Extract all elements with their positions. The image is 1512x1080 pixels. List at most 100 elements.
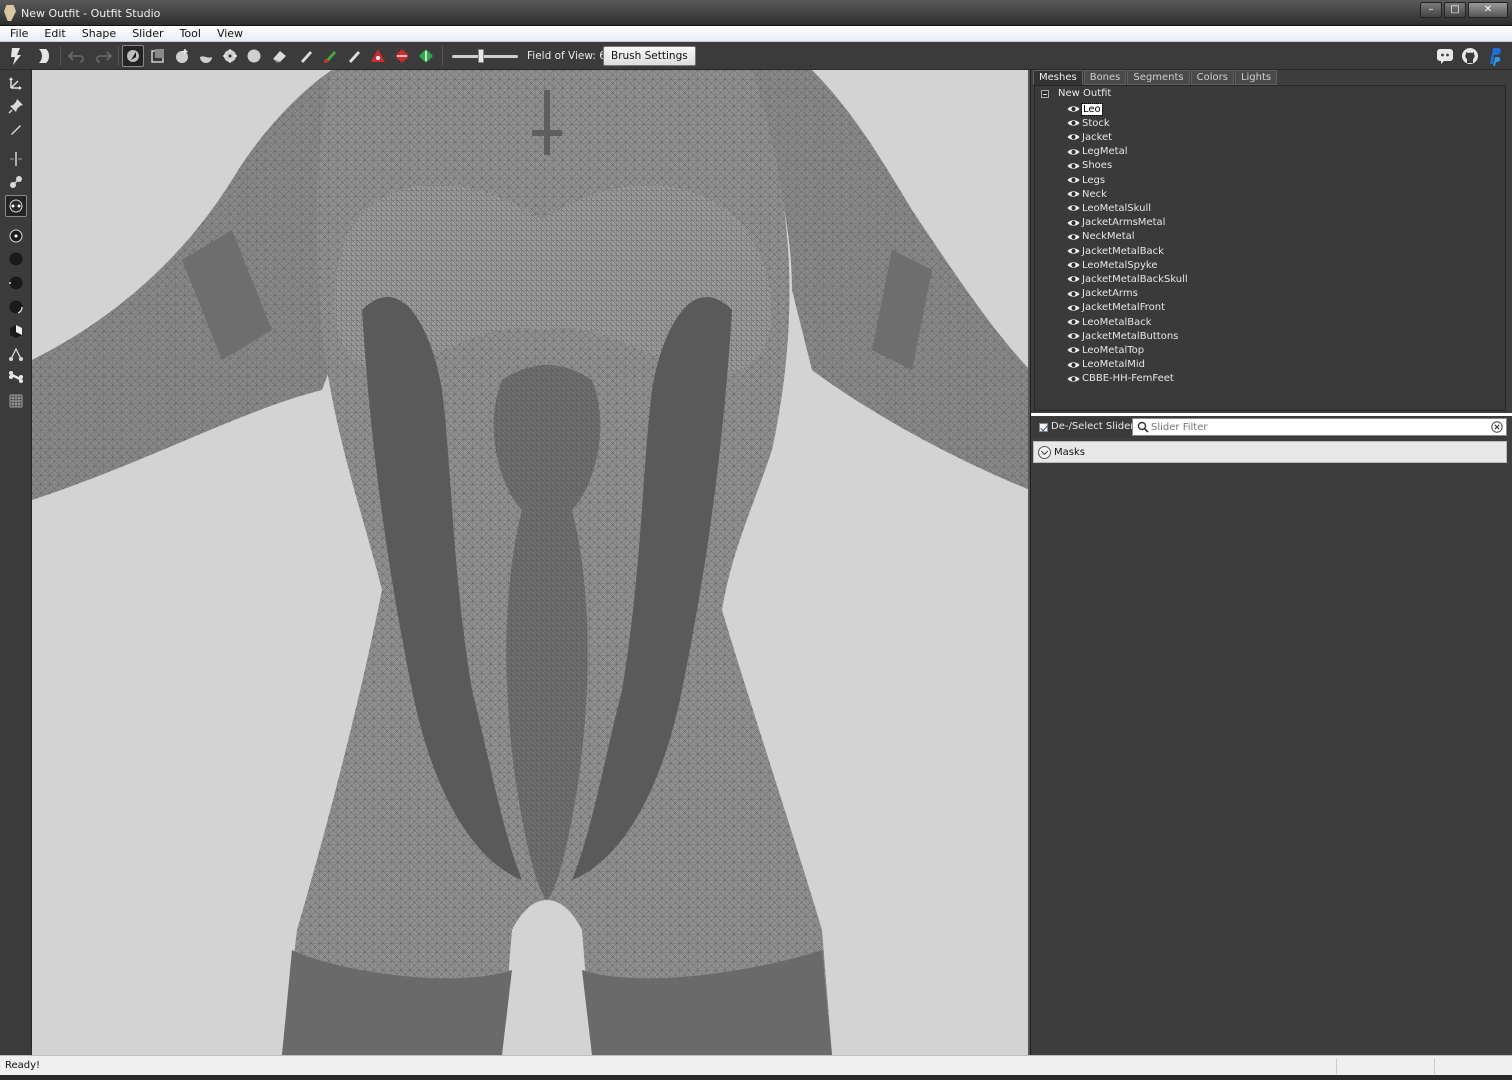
eye-visibility-icon[interactable] — [1067, 148, 1080, 156]
split-edge-icon[interactable] — [415, 45, 437, 67]
mesh-item[interactable]: CBBE-HH-FemFeet — [1067, 372, 1174, 386]
eye-visibility-icon[interactable] — [1067, 119, 1080, 127]
mesh-item[interactable]: JacketMetalFront — [1067, 301, 1165, 315]
eye-visibility-icon[interactable] — [1067, 247, 1080, 255]
wireframe-vertex-icon[interactable] — [5, 343, 27, 365]
eye-visibility-icon[interactable] — [1067, 105, 1080, 113]
mesh-item[interactable]: Jacket — [1067, 130, 1112, 144]
chevron-down-icon[interactable] — [1038, 446, 1051, 459]
eye-visibility-icon[interactable] — [1067, 332, 1080, 340]
mesh-item[interactable]: JacketArms — [1067, 287, 1138, 301]
pen-icon[interactable] — [5, 118, 27, 140]
menu-slider[interactable]: Slider — [122, 26, 169, 41]
eye-visibility-icon[interactable] — [1067, 133, 1080, 141]
3d-viewport[interactable] — [32, 70, 1030, 1055]
eye-visibility-icon[interactable] — [1067, 176, 1080, 184]
fov-slider-thumb[interactable] — [478, 49, 484, 63]
tab-meshes[interactable]: Meshes — [1033, 70, 1083, 85]
discord-icon[interactable] — [1434, 45, 1456, 67]
eye-visibility-icon[interactable] — [1067, 346, 1080, 354]
mesh-item[interactable]: JacketMetalBackSkull — [1067, 272, 1188, 286]
minimize-button[interactable]: – — [1420, 2, 1442, 18]
eye-visibility-icon[interactable] — [1067, 233, 1080, 241]
mesh-item[interactable]: Neck — [1067, 187, 1107, 201]
translate-gizmo-icon[interactable] — [5, 72, 27, 94]
eye-visibility-icon[interactable] — [1067, 375, 1080, 383]
menu-tool[interactable]: Tool — [170, 26, 207, 41]
fov-slider-track[interactable] — [452, 55, 518, 58]
menu-file[interactable]: File — [0, 26, 34, 41]
bone-icon[interactable] — [5, 366, 27, 388]
xray-icon[interactable] — [5, 195, 27, 217]
mesh-item[interactable]: Shoes — [1067, 159, 1112, 173]
mesh-item[interactable]: JacketArmsMetal — [1067, 216, 1165, 230]
mesh-item[interactable]: Stock — [1067, 116, 1110, 130]
masks-slider-group[interactable]: Masks — [1033, 441, 1507, 463]
brush-edge-icon[interactable] — [5, 296, 27, 318]
menu-view[interactable]: View — [207, 26, 249, 41]
mesh-item[interactable]: Legs — [1067, 173, 1105, 187]
mesh-item[interactable]: LeoMetalBack — [1067, 315, 1152, 329]
eye-visibility-icon[interactable] — [1067, 290, 1080, 298]
mesh-item[interactable]: NeckMetal — [1067, 230, 1135, 244]
eye-visibility-icon[interactable] — [1067, 261, 1080, 269]
flip-edge-icon[interactable] — [391, 45, 413, 67]
collapse-toggle-icon[interactable] — [1041, 89, 1049, 98]
unmask-brush-icon[interactable] — [295, 45, 317, 67]
github-icon[interactable] — [1459, 45, 1481, 67]
load-reference-icon[interactable] — [6, 45, 28, 67]
undo-icon[interactable] — [66, 45, 88, 67]
mesh-item[interactable]: Leo — [1067, 102, 1103, 116]
transform-box-icon[interactable] — [147, 45, 169, 67]
move-brush-icon[interactable] — [219, 45, 241, 67]
mesh-item[interactable]: LeoMetalSkull — [1067, 201, 1151, 215]
mesh-item[interactable]: LegMetal — [1067, 145, 1128, 159]
weight-brush-icon[interactable] — [319, 45, 341, 67]
eye-visibility-icon[interactable] — [1067, 204, 1080, 212]
eye-visibility-icon[interactable] — [1067, 190, 1080, 198]
panel-splitter[interactable] — [1031, 413, 1512, 416]
connected-icon[interactable] — [5, 171, 27, 193]
tab-colors[interactable]: Colors — [1190, 70, 1234, 85]
maximize-button[interactable]: □ — [1444, 2, 1466, 18]
load-outfit-icon[interactable] — [34, 45, 56, 67]
clear-filter-icon[interactable] — [1491, 421, 1503, 436]
tab-bones[interactable]: Bones — [1083, 70, 1127, 85]
pin-icon[interactable] — [5, 95, 27, 117]
collapse-vertex-icon[interactable] — [367, 45, 389, 67]
tree-root[interactable]: New Outfit — [1041, 88, 1111, 99]
mirror-x-icon[interactable] — [5, 148, 27, 170]
brush-small-icon[interactable] — [5, 225, 27, 247]
smooth-brush-icon[interactable] — [243, 45, 265, 67]
menu-edit[interactable]: Edit — [34, 26, 71, 41]
brush-settings-button[interactable]: Brush Settings — [603, 46, 696, 66]
deflate-brush-icon[interactable] — [195, 45, 217, 67]
eye-visibility-icon[interactable] — [1067, 275, 1080, 283]
select-icon[interactable] — [122, 45, 144, 67]
close-button[interactable]: ✕ — [1468, 2, 1508, 18]
eye-visibility-icon[interactable] — [1067, 318, 1080, 326]
inflate-brush-icon[interactable] — [171, 45, 193, 67]
mesh-tree[interactable]: New Outfit Leo Stock Jacket LegMetal Shoes Le… — [1034, 85, 1506, 411]
lighting-icon[interactable] — [5, 320, 27, 342]
mesh-item[interactable]: JacketMetalBack — [1067, 244, 1164, 258]
mesh-item[interactable]: LeoMetalMid — [1067, 358, 1145, 372]
paypal-icon[interactable] — [1484, 45, 1506, 67]
tab-lights[interactable]: Lights — [1234, 70, 1278, 85]
mesh-item[interactable]: LeoMetalSpyke — [1067, 258, 1157, 272]
tab-segments[interactable]: Segments — [1127, 70, 1190, 85]
eye-visibility-icon[interactable] — [1067, 304, 1080, 312]
slider-filter-input[interactable] — [1151, 420, 1481, 434]
eye-visibility-icon[interactable] — [1067, 219, 1080, 227]
eye-visibility-icon[interactable] — [1067, 361, 1080, 369]
brush-large-icon[interactable] — [5, 272, 27, 294]
menu-shape[interactable]: Shape — [72, 26, 122, 41]
grid-icon[interactable] — [5, 390, 27, 412]
deselect-sliders-checkbox[interactable] — [1039, 423, 1048, 432]
color-brush-icon[interactable] — [343, 45, 365, 67]
mask-brush-icon[interactable] — [269, 45, 291, 67]
redo-icon[interactable] — [92, 45, 114, 67]
brush-medium-icon[interactable] — [5, 248, 27, 270]
mesh-item[interactable]: LeoMetalTop — [1067, 343, 1144, 357]
mesh-item[interactable]: JacketMetalButtons — [1067, 329, 1178, 343]
